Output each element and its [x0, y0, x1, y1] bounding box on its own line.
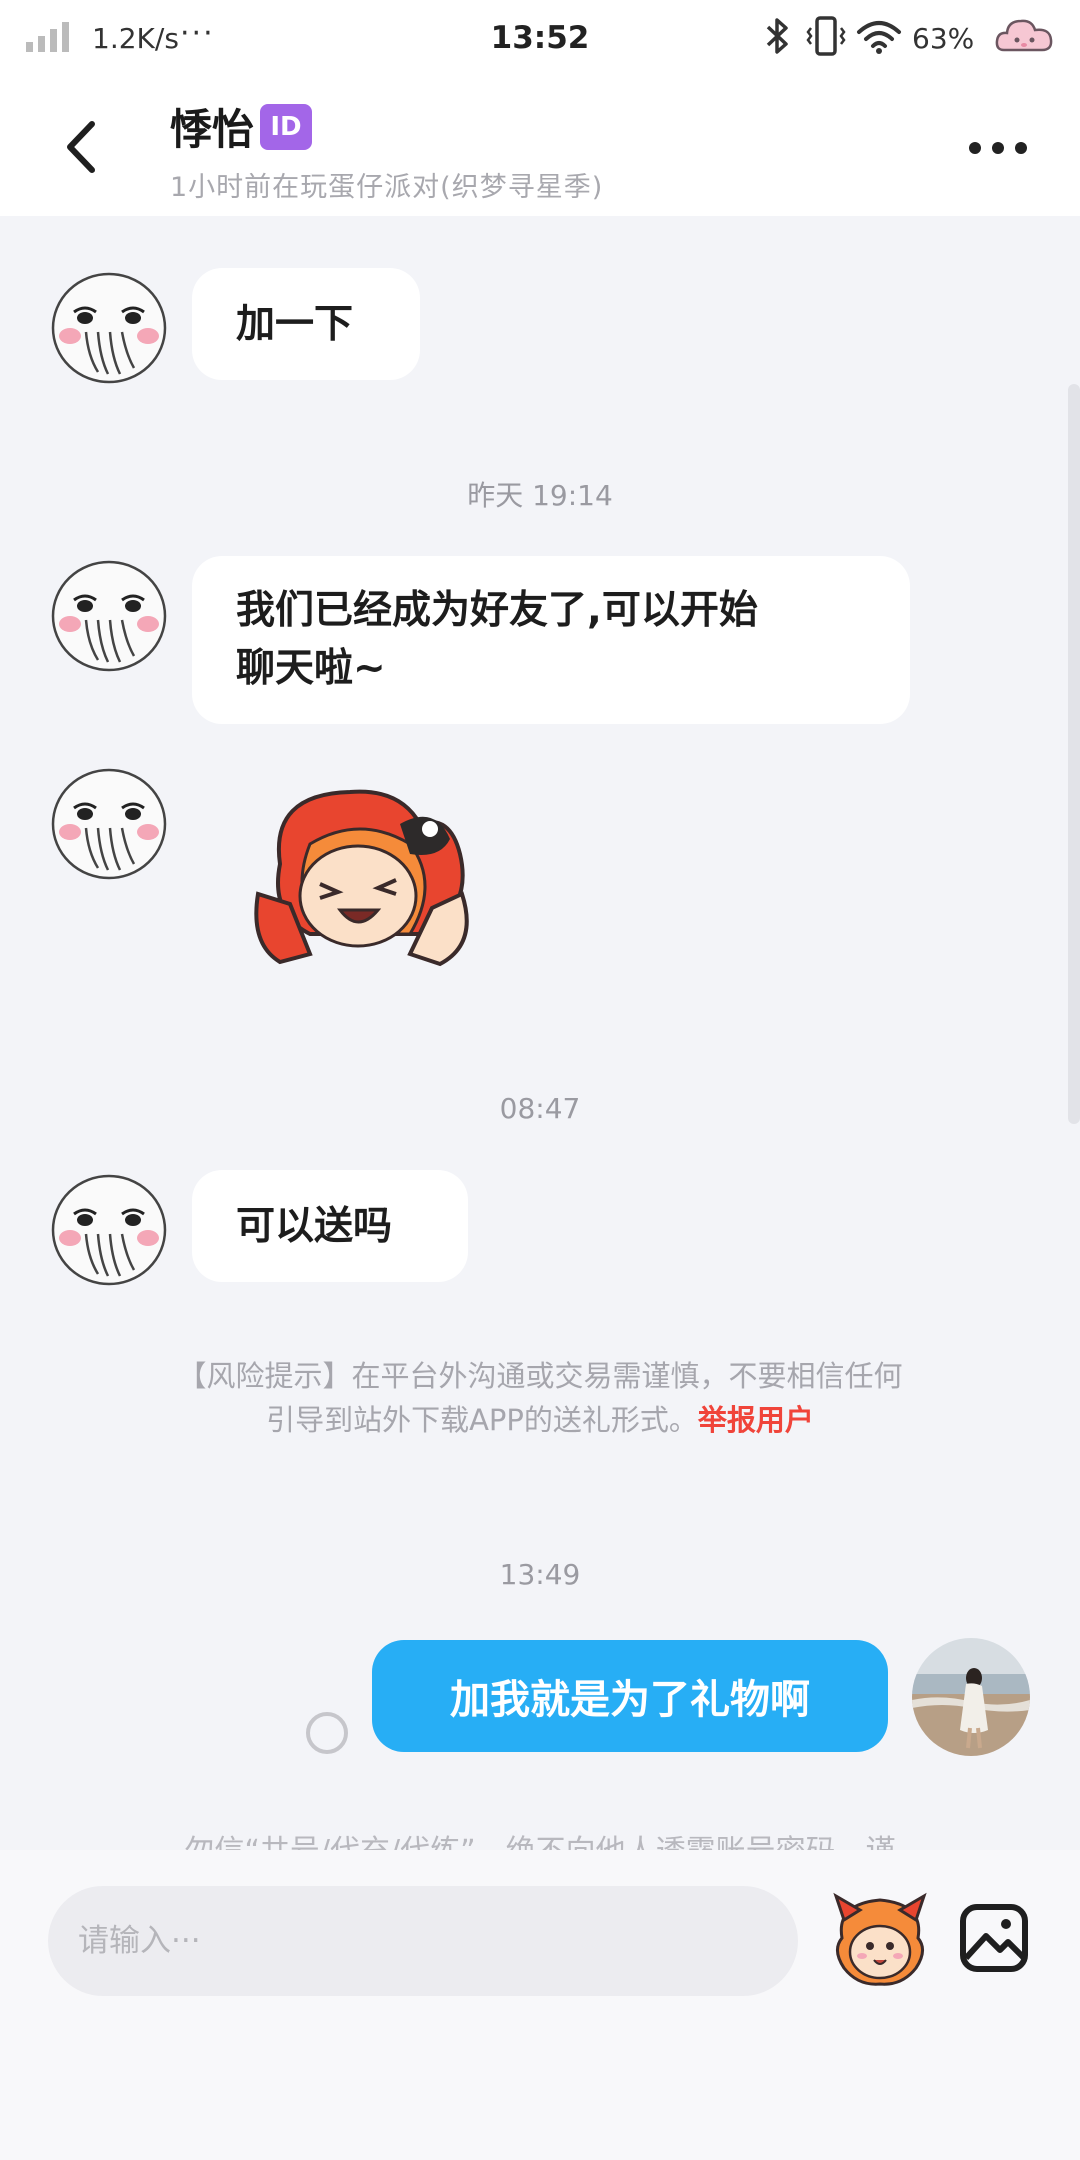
contact-status: 1小时前在玩蛋仔派对(织梦寻星季) — [170, 172, 604, 203]
message-text-line: 我们已经成为好友了,可以开始 — [236, 588, 758, 633]
incoming-message[interactable]: 我们已经成为好友了,可以开始 聊天啦~ — [192, 556, 910, 724]
id-badge: ID — [260, 103, 313, 150]
chat-messages[interactable]: 加一下 昨天 19:14 我们已经成为好友了,可以开始 聊天啦~ 08:47 可… — [0, 216, 1080, 1869]
contact-avatar[interactable] — [50, 764, 168, 882]
message-text: 加一下 — [236, 302, 354, 347]
bluetooth-icon — [766, 18, 788, 54]
message-status-indicator — [306, 1712, 348, 1754]
message-input[interactable] — [48, 1886, 798, 1996]
risk-notice-line: 引导到站外下载APP的送礼形式。 — [266, 1403, 698, 1437]
wifi-icon — [857, 21, 901, 54]
eggy-emoji-icon[interactable] — [832, 1890, 928, 1990]
sticker-image[interactable] — [250, 784, 480, 974]
risk-notice: 【风险提示】在平台外沟通或交易需谨慎，不要相信任何 引导到站外下载APP的送礼形… — [90, 1354, 990, 1442]
message-text: 可以送吗 — [236, 1204, 393, 1249]
message-text: 加我就是为了礼物啊 — [450, 1677, 810, 1723]
report-user-link[interactable]: 举报用户 — [698, 1403, 814, 1437]
outgoing-message[interactable]: 加我就是为了礼物啊 — [372, 1640, 888, 1752]
risk-notice-line: 【风险提示】在平台外沟通或交易需谨慎，不要相信任何 — [177, 1359, 903, 1393]
pink-cloud-icon — [995, 19, 1053, 52]
incoming-message[interactable]: 加一下 — [192, 268, 420, 380]
chat-header: 悸怡 ID 1小时前在玩蛋仔派对(织梦寻星季) — [0, 76, 1080, 216]
timestamp: 13:49 — [499, 1558, 581, 1591]
input-bar — [0, 1850, 1080, 2160]
incoming-message[interactable]: 可以送吗 — [192, 1170, 468, 1282]
more-dots-icon[interactable] — [966, 128, 1030, 168]
timestamp: 08:47 — [499, 1092, 581, 1125]
back-arrow-icon[interactable] — [52, 112, 112, 182]
contact-avatar[interactable] — [50, 1170, 168, 1288]
timestamp: 昨天 19:14 — [467, 479, 613, 512]
vibrate-icon — [806, 16, 846, 56]
battery-level: 63% — [912, 22, 975, 55]
contact-name: 悸怡 — [170, 105, 255, 154]
contact-info[interactable]: 悸怡 ID 1小时前在玩蛋仔派对(织梦寻星季) — [170, 96, 603, 204]
contact-avatar[interactable] — [50, 556, 168, 674]
my-avatar[interactable] — [912, 1638, 1030, 1756]
message-text-line: 聊天啦~ — [236, 646, 386, 691]
contact-avatar[interactable] — [50, 268, 168, 386]
image-icon[interactable] — [958, 1902, 1030, 1974]
status-bar: 1.2K/s ··· 13:52 63% — [0, 0, 1080, 76]
